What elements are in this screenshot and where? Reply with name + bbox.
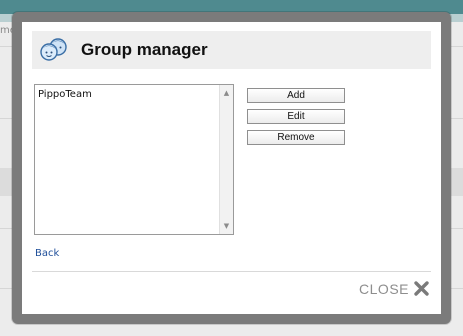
close-button[interactable]: CLOSE [359,280,430,297]
group-list-item[interactable]: PippoTeam [38,88,217,101]
scroll-down-arrow-icon[interactable]: ▼ [220,220,233,232]
listbox-scrollbar[interactable]: ▲ ▼ [219,85,233,234]
users-group-icon [37,35,71,65]
modal-header: Group manager [32,31,431,69]
back-link[interactable]: Back [35,248,59,259]
footer-divider [32,271,431,272]
groups-listbox[interactable]: PippoTeam ▲ ▼ [34,84,234,235]
group-manager-modal: Group manager PippoTeam ▲ ▼ Add Edit Rem… [12,12,451,324]
modal-title: Group manager [81,40,208,59]
groups-list: PippoTeam [38,88,217,101]
modal-content: Group manager PippoTeam ▲ ▼ Add Edit Rem… [22,22,441,314]
close-label: CLOSE [359,280,409,297]
close-icon [413,280,430,297]
edit-group-button[interactable]: Edit [247,109,345,124]
add-group-button[interactable]: Add [247,88,345,103]
remove-group-button[interactable]: Remove [247,130,345,145]
scroll-up-arrow-icon[interactable]: ▲ [220,87,233,99]
